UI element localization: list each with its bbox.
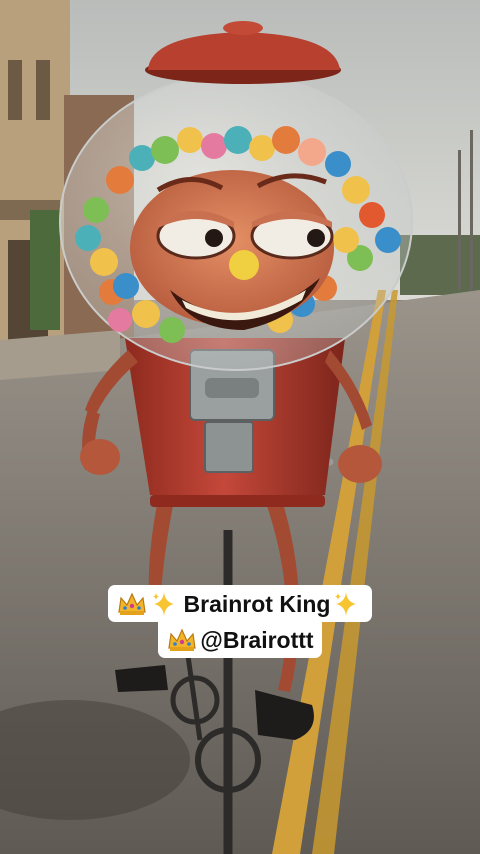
nose-gumball xyxy=(229,250,259,280)
illustration xyxy=(0,0,480,854)
caption-title-text: Brainrot King xyxy=(183,591,331,617)
distant-trees xyxy=(400,235,480,295)
caption-handle-text: @Brairottt xyxy=(200,627,314,653)
caption: Brainrot King @Brairottt xyxy=(0,585,480,658)
photo-scene: Brainrot King @Brairottt xyxy=(0,0,480,854)
sparkles-emoji-icon xyxy=(332,590,364,618)
crown-emoji-icon xyxy=(116,590,148,618)
utility-pole xyxy=(458,150,461,290)
caption-line-2: @Brairottt xyxy=(158,622,322,658)
crown-emoji-icon xyxy=(166,626,198,654)
sparkles-emoji-icon xyxy=(150,590,182,618)
caption-line-1: Brainrot King xyxy=(107,585,373,622)
